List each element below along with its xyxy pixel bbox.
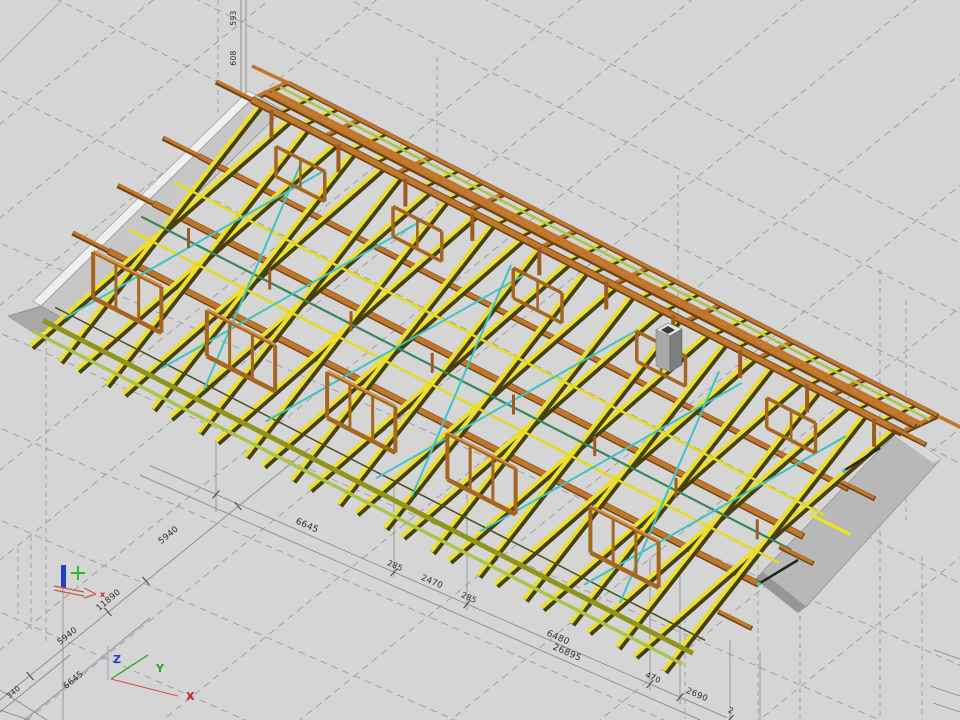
dimension-label: 2	[727, 706, 736, 716]
chimney	[656, 323, 682, 372]
dimension-label: 2690	[684, 686, 709, 704]
roof-structure-scene[interactable]: 6645285247028564804702690226895664559401…	[0, 0, 960, 720]
dimension-label: 608	[229, 50, 238, 65]
dimension-label: 6645	[294, 517, 320, 536]
x-axis-label: X	[186, 690, 195, 703]
construction-grid	[0, 0, 960, 720]
dimension-label: 593	[229, 10, 238, 25]
origin-x-label: x	[100, 590, 106, 599]
dimension-label: 5940	[157, 524, 181, 546]
ucs-axis-triad: Z Y X	[108, 646, 195, 703]
z-axis-label: Z	[113, 653, 121, 666]
dimension-label: 5940	[56, 625, 80, 647]
y-axis-label: Y	[155, 662, 165, 675]
dimension-label: 11890	[95, 588, 123, 614]
world-origin-marker: x	[54, 565, 106, 599]
dimension-label: 285	[460, 590, 478, 605]
dimension-label: 340	[5, 684, 22, 701]
cad-3d-viewport[interactable]: 6645285247028564804702690226895664559401…	[0, 0, 960, 720]
dimension-lines	[0, 0, 960, 720]
